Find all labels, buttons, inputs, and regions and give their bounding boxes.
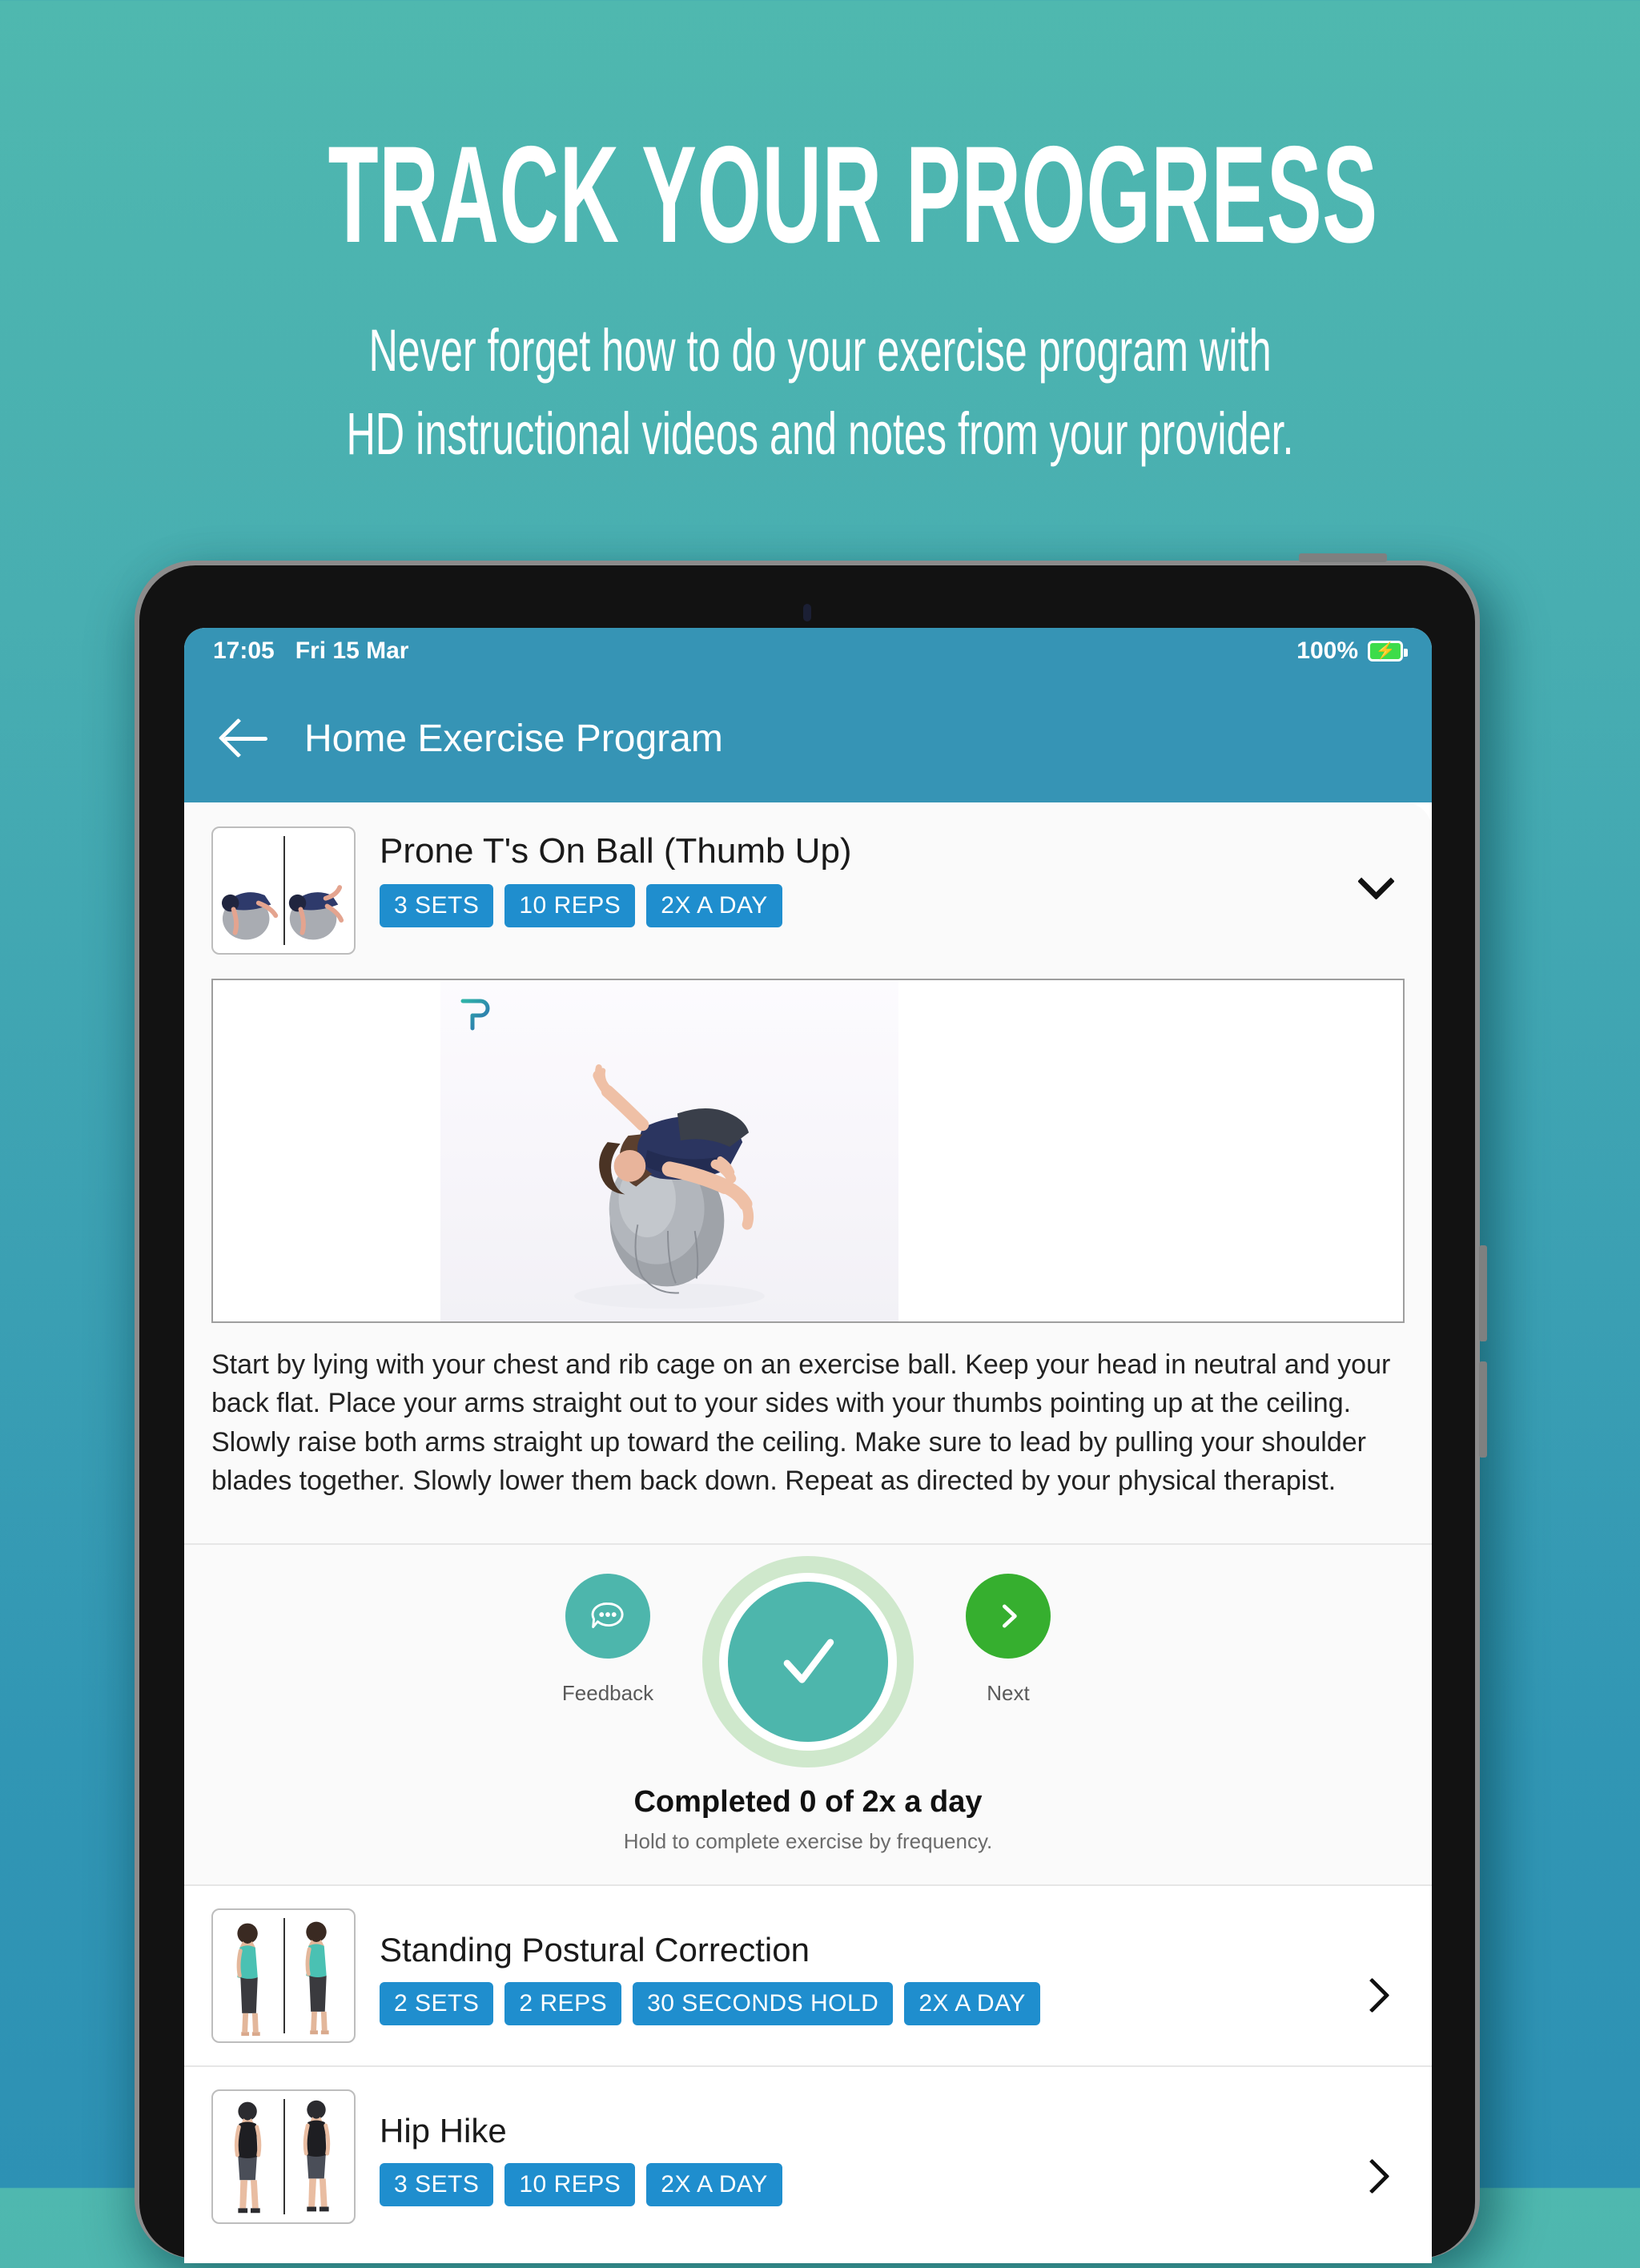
exercise-pill-reps: 10 REPS	[504, 884, 636, 927]
promo-headline: TRACK YOUR PROGRESS	[328, 118, 1378, 271]
completion-status: Completed 0 of 2x a day Hold to complete…	[184, 1785, 1432, 1884]
list-item-pill-group: 2 SETS 2 REPS 30 SECONDS HOLD 2X A DAY	[380, 1982, 1358, 2026]
thumbnail-divider	[283, 2099, 285, 2215]
list-item-pill-frequency: 2X A DAY	[904, 1982, 1040, 2026]
exercise-card-header[interactable]: Prone T's On Ball (Thumb Up) 3 SETS 10 R…	[184, 802, 1432, 974]
status-bar-battery-percent: 100%	[1296, 637, 1358, 664]
promo-subtitle-line1: Never forget how to do your exercise pro…	[368, 316, 1272, 384]
chevron-right-glyph	[1003, 1604, 1017, 1628]
completion-count: Completed 0 of 2x a day	[633, 1785, 983, 1820]
bolt-glyph: ⚡	[1375, 642, 1396, 660]
tablet-device: 17:05 Fri 15 Mar 100% ⚡ Home Exercise Pr…	[135, 553, 1487, 2263]
video-frame	[440, 980, 898, 1321]
chevron-right-icon[interactable]	[1358, 1976, 1395, 2013]
promo-block: TRACK YOUR PROGRESS Never forget how to …	[0, 0, 1640, 474]
thumbnail-divider	[283, 836, 285, 945]
check-glyph	[783, 1639, 834, 1683]
exercise-title: Prone T's On Ball (Thumb Up)	[380, 831, 852, 871]
exercise-pill-group: 3 SETS 10 REPS 2X A DAY	[380, 884, 1358, 927]
device-screen: 17:05 Fri 15 Mar 100% ⚡ Home Exercise Pr…	[184, 628, 1432, 2263]
list-item[interactable]: Hip Hike 3 SETS 10 REPS 2X A DAY	[184, 2065, 1432, 2247]
list-item-pill-sets: 3 SETS	[380, 2163, 494, 2207]
app-header: Home Exercise Program	[184, 674, 1432, 802]
arrow-left-icon[interactable]	[221, 714, 271, 763]
list-item-pill-hold: 30 SECONDS HOLD	[633, 1982, 894, 2026]
exercise-info: Prone T's On Ball (Thumb Up) 3 SETS 10 R…	[380, 826, 1358, 927]
list-item-title: Hip Hike	[380, 2112, 507, 2150]
promo-subtitle-line2: HD instructional videos and notes from y…	[346, 400, 1294, 468]
volume-up-button[interactable]	[1479, 1245, 1487, 1341]
power-button[interactable]	[1299, 553, 1387, 562]
progress-ring	[719, 1573, 897, 1751]
chevron-right-icon[interactable]	[1358, 2157, 1395, 2194]
completion-hint: Hold to complete exercise by frequency.	[623, 1829, 993, 1854]
expanded-exercise-card: Prone T's On Ball (Thumb Up) 3 SETS 10 R…	[184, 802, 1432, 1885]
screen-content: Prone T's On Ball (Thumb Up) 3 SETS 10 R…	[184, 802, 1432, 2263]
exercise-thumbnail[interactable]	[211, 1908, 356, 2044]
list-item-pill-sets: 2 SETS	[380, 1982, 494, 2026]
exercise-action-row: Feedback Next	[184, 1545, 1432, 1785]
exercise-pill-frequency: 2X A DAY	[646, 884, 782, 927]
exercise-description-text: Start by lying with your chest and rib c…	[211, 1349, 1391, 1496]
volume-down-button[interactable]	[1479, 1361, 1487, 1458]
thumbnail-divider	[283, 1918, 285, 2034]
chevron-right-icon	[966, 1574, 1051, 1659]
check-icon	[728, 1582, 888, 1743]
exercise-thumbnail[interactable]	[211, 2089, 356, 2225]
exercise-video-player[interactable]	[211, 979, 1405, 1323]
exercise-demo-figure	[574, 1064, 765, 1309]
list-item-pill-reps: 2 REPS	[504, 1982, 622, 2026]
chat-bubble-icon	[565, 1574, 650, 1659]
list-item-title: Standing Postural Correction	[380, 1931, 810, 1969]
list-item-pill-reps: 10 REPS	[504, 2163, 636, 2207]
chat-bubble-glyph	[591, 1602, 624, 1629]
front-camera-icon	[803, 604, 811, 621]
exercise-description: Start by lying with your chest and rib c…	[184, 1323, 1432, 1546]
feedback-button[interactable]: Feedback	[508, 1574, 708, 1706]
exercise-thumbnail[interactable]	[211, 826, 356, 955]
status-bar: 17:05 Fri 15 Mar 100% ⚡	[184, 628, 1432, 674]
complete-exercise-button[interactable]	[702, 1556, 914, 1768]
list-item-pill-frequency: 2X A DAY	[646, 2163, 782, 2207]
chevron-down-icon[interactable]	[1358, 863, 1395, 900]
tablet-bezel: 17:05 Fri 15 Mar 100% ⚡ Home Exercise Pr…	[139, 565, 1475, 2263]
list-item-info: Hip Hike 3 SETS 10 REPS 2X A DAY	[380, 2107, 1358, 2207]
list-item-info: Standing Postural Correction 2 SETS 2 RE…	[380, 1926, 1358, 2026]
status-bar-date: Fri 15 Mar	[295, 637, 409, 664]
exercise-pill-sets: 3 SETS	[380, 884, 494, 927]
status-bar-time: 17:05	[213, 637, 275, 664]
feedback-label: Feedback	[561, 1681, 654, 1706]
battery-charging-icon: ⚡	[1368, 641, 1408, 662]
next-label: Next	[987, 1681, 1030, 1706]
next-button[interactable]: Next	[908, 1574, 1108, 1706]
list-item-pill-group: 3 SETS 10 REPS 2X A DAY	[380, 2163, 1358, 2207]
page-title: Home Exercise Program	[304, 717, 723, 760]
list-item[interactable]: Standing Postural Correction 2 SETS 2 RE…	[184, 1884, 1432, 2066]
